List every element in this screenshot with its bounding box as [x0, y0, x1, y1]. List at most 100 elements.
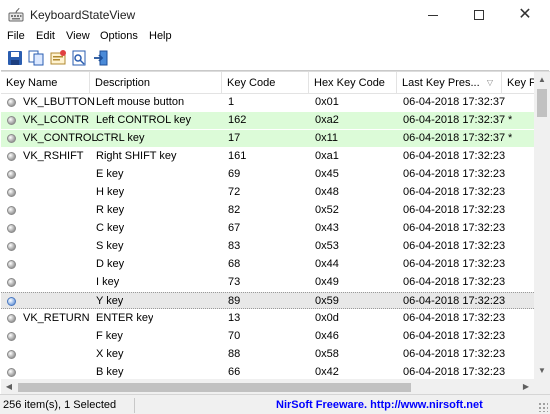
- cell-last-key-press: 06-04-2018 17:32:23: [403, 366, 506, 378]
- exit-icon[interactable]: [92, 49, 110, 67]
- table-row[interactable]: B key 66 0x42 06-04-2018 17:32:23: [1, 364, 534, 379]
- menu-help[interactable]: Help: [149, 30, 172, 42]
- list-header: Key Name Description Key Code Hex Key Co…: [1, 72, 536, 94]
- cell-last-key-press: 06-04-2018 17:32:23: [403, 204, 506, 216]
- cell-key-pressed: *: [508, 132, 513, 144]
- key-state-blue-icon: [7, 297, 16, 306]
- key-state-gray-icon: [7, 152, 16, 161]
- key-state-gray-icon: [7, 188, 16, 197]
- table-row[interactable]: VK_LBUTTON Left mouse button 1 0x01 06-04-20…: [1, 94, 534, 111]
- menu-options[interactable]: Options: [100, 30, 138, 42]
- table-row[interactable]: E key 69 0x45 06-04-2018 17:32:23: [1, 166, 534, 183]
- cell-description: D key: [96, 258, 125, 270]
- cell-key-code: 162: [228, 114, 247, 126]
- cell-hex-key-code: 0xa1: [315, 150, 339, 162]
- nirsoft-link[interactable]: NirSoft Freeware. http://www.nirsoft.net: [276, 398, 483, 413]
- cell-key-code: 70: [228, 330, 241, 342]
- cell-description: ENTER key: [96, 312, 154, 324]
- table-row[interactable]: VK_RETURN ENTER key 13 0x0d 06-04-2018 17:32…: [1, 310, 534, 327]
- cell-description: E key: [96, 168, 124, 180]
- html-report-icon[interactable]: [70, 49, 88, 67]
- table-row[interactable]: F key 70 0x46 06-04-2018 17:32:23: [1, 328, 534, 345]
- vertical-scroll-thumb[interactable]: [537, 89, 547, 117]
- cell-key-code: 68: [228, 258, 241, 270]
- column-description[interactable]: Description: [90, 72, 222, 94]
- table-row[interactable]: R key 82 0x52 06-04-2018 17:32:23: [1, 202, 534, 219]
- column-key-code[interactable]: Key Code: [222, 72, 309, 94]
- table-row[interactable]: C key 67 0x43 06-04-2018 17:32:23: [1, 220, 534, 237]
- table-row[interactable]: VK_CONTROL CTRL key 17 0x11 06-04-2018 17:32…: [1, 130, 534, 147]
- cell-last-key-press: 06-04-2018 17:32:23: [403, 295, 506, 307]
- column-last-key-press[interactable]: Last Key Pres... ▽: [397, 72, 502, 94]
- table-row[interactable]: S key 83 0x53 06-04-2018 17:32:23: [1, 238, 534, 255]
- table-row[interactable]: H key 72 0x48 06-04-2018 17:32:23: [1, 184, 534, 201]
- cell-last-key-press: 06-04-2018 17:32:23: [403, 276, 506, 288]
- key-list-view[interactable]: Key Name Description Key Code Hex Key Co…: [1, 71, 550, 395]
- cell-description: CTRL key: [96, 132, 145, 144]
- cell-key-code: 1: [228, 96, 235, 108]
- cell-key-code: 161: [228, 150, 247, 162]
- maximize-button[interactable]: [456, 0, 502, 30]
- column-key-name[interactable]: Key Name: [1, 72, 90, 94]
- scroll-right-arrow-icon[interactable]: ▶: [518, 379, 534, 395]
- table-row[interactable]: I key 73 0x49 06-04-2018 17:32:23: [1, 274, 534, 291]
- table-row[interactable]: D key 68 0x44 06-04-2018 17:32:23: [1, 256, 534, 273]
- cell-key-name: VK_LCONTR: [23, 114, 90, 126]
- menu-bar: File Edit View Options Help: [0, 28, 550, 46]
- cell-key-code: 82: [228, 204, 241, 216]
- cell-last-key-press: 06-04-2018 17:32:23: [403, 150, 506, 162]
- cell-key-name: VK_RSHIFT: [23, 150, 84, 162]
- scroll-down-arrow-icon[interactable]: ▼: [534, 363, 550, 379]
- cell-hex-key-code: 0x0d: [315, 312, 339, 324]
- cell-key-code: 67: [228, 222, 241, 234]
- key-state-gray-icon: [7, 260, 16, 269]
- cell-hex-key-code: 0x01: [315, 96, 339, 108]
- table-row[interactable]: VK_RSHIFT Right SHIFT key 161 0xa1 06-04-201…: [1, 148, 534, 165]
- key-state-gray-icon: [7, 98, 16, 107]
- resize-grip-icon[interactable]: [538, 402, 548, 412]
- key-state-gray-icon: [7, 134, 16, 143]
- cell-key-name: VK_LBUTTON: [23, 96, 95, 108]
- list-rows: VK_LBUTTON Left mouse button 1 0x01 06-04-20…: [1, 94, 534, 379]
- close-button[interactable]: ✕: [502, 0, 548, 30]
- key-state-gray-icon: [7, 242, 16, 251]
- maximize-icon: [474, 10, 484, 20]
- cell-last-key-press: 06-04-2018 17:32:23: [403, 348, 506, 360]
- table-row[interactable]: VK_LCONTR Left CONTROL key 162 0xa2 06-04-20…: [1, 112, 534, 129]
- cell-hex-key-code: 0x44: [315, 258, 339, 270]
- table-row[interactable]: X key 88 0x58 06-04-2018 17:32:23: [1, 346, 534, 363]
- vertical-scrollbar[interactable]: ▲ ▼: [534, 72, 550, 379]
- table-row[interactable]: Y key 89 0x59 06-04-2018 17:32:23: [1, 292, 534, 309]
- menu-file[interactable]: File: [7, 30, 25, 42]
- menu-view[interactable]: View: [66, 30, 90, 42]
- scroll-left-arrow-icon[interactable]: ◀: [1, 379, 17, 395]
- key-state-gray-icon: [7, 116, 16, 125]
- cell-last-key-press: 06-04-2018 17:32:37: [403, 132, 506, 144]
- column-last-key-press-label: Last Key Pres...: [402, 77, 480, 89]
- status-bar: 256 item(s), 1 Selected NirSoft Freeware…: [0, 394, 550, 414]
- cell-last-key-press: 06-04-2018 17:32:23: [403, 222, 506, 234]
- menu-edit[interactable]: Edit: [36, 30, 55, 42]
- save-icon[interactable]: [6, 49, 24, 67]
- cell-key-code: 88: [228, 348, 241, 360]
- scroll-up-arrow-icon[interactable]: ▲: [534, 72, 550, 88]
- copy-icon[interactable]: [27, 49, 45, 67]
- horizontal-scrollbar[interactable]: ◀ ▶: [1, 379, 534, 395]
- scrollbar-corner: [534, 379, 550, 395]
- toolbar: [0, 46, 550, 70]
- minimize-button[interactable]: [410, 0, 456, 30]
- cell-key-name: VK_RETURN: [23, 312, 90, 324]
- cell-key-code: 73: [228, 276, 241, 288]
- key-state-gray-icon: [7, 368, 16, 377]
- cell-last-key-press: 06-04-2018 17:32:23: [403, 168, 506, 180]
- cell-description: B key: [96, 366, 124, 378]
- properties-icon[interactable]: [49, 49, 67, 67]
- horizontal-scroll-thumb[interactable]: [18, 383, 411, 392]
- sort-descending-icon: ▽: [486, 78, 493, 87]
- cell-key-code: 66: [228, 366, 241, 378]
- cell-key-code: 72: [228, 186, 241, 198]
- cell-last-key-press: 06-04-2018 17:32:23: [403, 258, 506, 270]
- cell-hex-key-code: 0x11: [315, 132, 339, 144]
- column-hex-key-code[interactable]: Hex Key Code: [309, 72, 397, 94]
- cell-hex-key-code: 0x59: [315, 295, 339, 307]
